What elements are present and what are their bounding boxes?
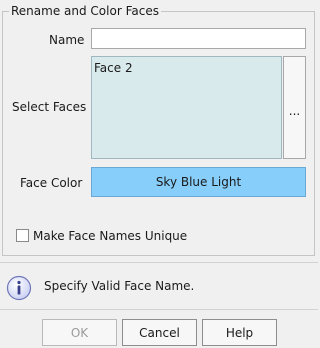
info-icon	[6, 275, 32, 301]
cancel-button[interactable]: Cancel	[122, 319, 197, 346]
help-button[interactable]: Help	[202, 319, 277, 346]
make-unique-label[interactable]: Make Face Names Unique	[33, 229, 187, 243]
group-title: Rename and Color Faces	[9, 4, 161, 18]
ok-button[interactable]: OK	[42, 319, 117, 346]
list-item[interactable]: Face 2	[94, 61, 133, 75]
face-color-label: Face Color	[20, 176, 83, 190]
status-bar: Specify Valid Face Name.	[0, 262, 318, 310]
name-input[interactable]	[91, 28, 306, 49]
selected-faces-list[interactable]: Face 2	[91, 56, 282, 159]
status-message: Specify Valid Face Name.	[44, 279, 195, 293]
face-color-button[interactable]: Sky Blue Light	[91, 167, 306, 197]
browse-faces-button[interactable]: ...	[283, 56, 306, 159]
select-faces-label: Select Faces	[12, 100, 87, 114]
make-unique-checkbox[interactable]	[16, 229, 29, 242]
name-label: Name	[49, 33, 85, 47]
